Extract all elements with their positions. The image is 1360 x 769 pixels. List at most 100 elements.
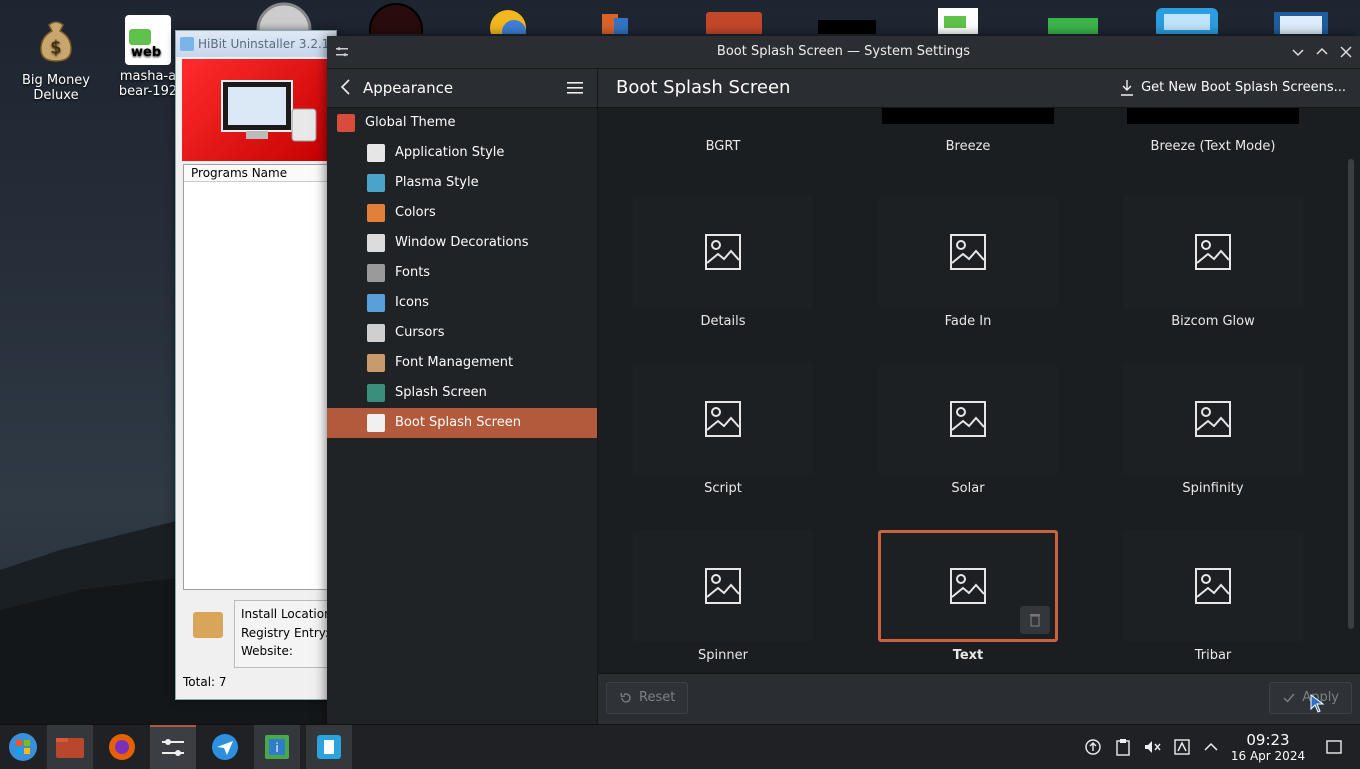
total-count: Total: 7: [183, 675, 227, 689]
svg-text:$: $: [50, 37, 61, 58]
boot-splash-screen-icon: [367, 414, 385, 432]
document-icon: [938, 8, 978, 34]
taskbar-system-settings[interactable]: [150, 725, 196, 769]
taskbar-file-manager[interactable]: [47, 725, 93, 769]
computer-recycle-icon: [221, 80, 317, 142]
theme-label-text[interactable]: Text: [878, 648, 1058, 663]
theme-label-spinfinity[interactable]: Spinfinity: [1123, 481, 1303, 496]
theme-tile-text[interactable]: [878, 530, 1058, 642]
maximize-button[interactable]: [1313, 43, 1331, 61]
sidebar-item-label: Fonts: [395, 265, 431, 280]
desktop-icon-blue-app[interactable]: [1154, 0, 1220, 38]
image-placeholder-icon: [705, 568, 741, 604]
sidebar-item-colors[interactable]: Colors: [327, 198, 597, 228]
image-placeholder-icon: [1195, 401, 1231, 437]
theme-label-solar[interactable]: Solar: [878, 481, 1058, 496]
delete-theme-button[interactable]: [1020, 606, 1050, 634]
volume-muted-icon[interactable]: [1143, 738, 1161, 756]
start-orb-icon: [9, 733, 37, 761]
desktop-icon-blue-monitor[interactable]: [1272, 0, 1330, 38]
theme-tile-details[interactable]: [633, 196, 813, 308]
start-menu-button[interactable]: [0, 725, 46, 769]
desktop-icon-green-file[interactable]: [1046, 0, 1106, 34]
theme-tile-fade-in[interactable]: [878, 196, 1058, 308]
theme-preview: [633, 363, 813, 475]
minimize-button[interactable]: [1289, 43, 1307, 61]
back-arrow-icon[interactable]: [339, 78, 353, 96]
update-tray-icon[interactable]: [1084, 738, 1102, 756]
taskbar-browser[interactable]: [202, 725, 248, 769]
theme-label-bizcom-glow[interactable]: Bizcom Glow: [1123, 314, 1303, 329]
theme-label-script[interactable]: Script: [633, 481, 813, 496]
sidebar-item-font-management[interactable]: Font Management: [327, 348, 597, 378]
sidebar-item-application-style[interactable]: Application Style: [327, 138, 597, 168]
programs-list[interactable]: Programs Name: [183, 164, 335, 590]
hibit-uninstaller-window[interactable]: HiBit Uninstaller 3.2.10 Programs Name I…: [175, 30, 342, 700]
desktop-icon-clock[interactable]: [254, 0, 314, 58]
hibit-titlebar[interactable]: HiBit Uninstaller 3.2.10: [176, 31, 336, 57]
mouse-cursor-icon: [1310, 694, 1325, 713]
sidebar-item-splash-screen[interactable]: Splash Screen: [327, 378, 597, 408]
package-icon: [193, 612, 223, 638]
sidebar-item-icons[interactable]: Icons: [327, 288, 597, 318]
blue-monitor-icon: [1274, 12, 1328, 38]
theme-preview: [1123, 196, 1303, 308]
programs-name-column-header[interactable]: Programs Name: [184, 165, 334, 182]
theme-tile-tribar[interactable]: [1123, 530, 1303, 642]
show-desktop-icon[interactable]: [1325, 738, 1343, 756]
sidebar-item-window-decorations[interactable]: Window Decorations: [327, 228, 597, 258]
sidebar-category-title[interactable]: Appearance: [363, 69, 453, 107]
theme-tile-solar[interactable]: [878, 363, 1058, 475]
application-style-icon: [367, 144, 385, 162]
desktop-icon-dark-app[interactable]: [366, 0, 426, 57]
theme-tile-spinfinity[interactable]: [1123, 363, 1303, 475]
theme-preview-breeze-text-mode[interactable]: [1127, 108, 1299, 124]
system-settings-window[interactable]: Boot Splash Screen — System Settings App…: [327, 36, 1360, 725]
desktop-icon-screen[interactable]: [816, 0, 878, 34]
reset-button[interactable]: Reset: [606, 682, 689, 714]
image-placeholder-icon: [705, 234, 741, 270]
clock-date: 16 Apr 2024: [1230, 749, 1306, 763]
get-new-boot-splash-screens-button[interactable]: Get New Boot Splash Screens...: [1117, 69, 1346, 107]
page-title: Boot Splash Screen: [616, 77, 791, 98]
theme-tile-script[interactable]: [633, 363, 813, 475]
checkmark-icon: [1283, 693, 1295, 703]
theme-label-bgrt[interactable]: BGRT: [633, 139, 813, 154]
window-titlebar[interactable]: Boot Splash Screen — System Settings: [327, 36, 1360, 69]
desktop-icon-app[interactable]: [600, 0, 640, 34]
theme-label-breeze-text-mode[interactable]: Breeze (Text Mode): [1123, 139, 1303, 154]
desktop-icon-sun-app[interactable]: [478, 0, 538, 46]
plasma-style-icon: [367, 174, 385, 192]
theme-label-tribar[interactable]: Tribar: [1123, 648, 1303, 663]
theme-label-details[interactable]: Details: [633, 314, 813, 329]
theme-label-breeze[interactable]: Breeze: [878, 139, 1058, 154]
sidebar-item-cursors[interactable]: Cursors: [327, 318, 597, 348]
digital-clock[interactable]: 09:23 16 Apr 2024: [1228, 731, 1308, 763]
theme-tile-bizcom-glow[interactable]: [1123, 196, 1303, 308]
grid-scrollbar[interactable]: [1348, 159, 1354, 629]
sidebar-item-global-theme[interactable]: Global Theme: [327, 108, 597, 138]
theme-label-spinner[interactable]: Spinner: [633, 648, 813, 663]
taskbar-firefox[interactable]: [99, 725, 145, 769]
sidebar-item-plasma-style[interactable]: Plasma Style: [327, 168, 597, 198]
theme-tile-spinner[interactable]: [633, 530, 813, 642]
chevron-down-icon: [1292, 49, 1304, 57]
theme-preview-breeze[interactable]: [882, 108, 1054, 124]
desktop-icon-big-money-deluxe[interactable]: $ Big Money Deluxe: [16, 5, 96, 103]
taskbar-info-app[interactable]: i: [254, 725, 300, 769]
chevron-up-icon[interactable]: [1202, 738, 1220, 756]
sidebar-item-fonts[interactable]: Fonts: [327, 258, 597, 288]
sidebar-item-boot-splash-screen[interactable]: Boot Splash Screen: [327, 408, 597, 438]
download-icon: [1121, 80, 1134, 96]
hibit-banner: [182, 59, 332, 161]
taskbar-hibit-uninstaller[interactable]: [306, 725, 352, 769]
desktop-icon-document[interactable]: [934, 0, 984, 34]
display-tray-icon[interactable]: [1173, 738, 1191, 756]
desktop-icon-folder[interactable]: [704, 0, 764, 36]
theme-label-fade-in[interactable]: Fade In: [878, 314, 1058, 329]
hibit-title: HiBit Uninstaller 3.2.10: [198, 37, 336, 51]
clipboard-tray-icon[interactable]: [1114, 738, 1132, 756]
hamburger-menu-icon[interactable]: [567, 81, 583, 95]
app-icon: [602, 14, 628, 34]
close-button[interactable]: [1337, 43, 1355, 61]
